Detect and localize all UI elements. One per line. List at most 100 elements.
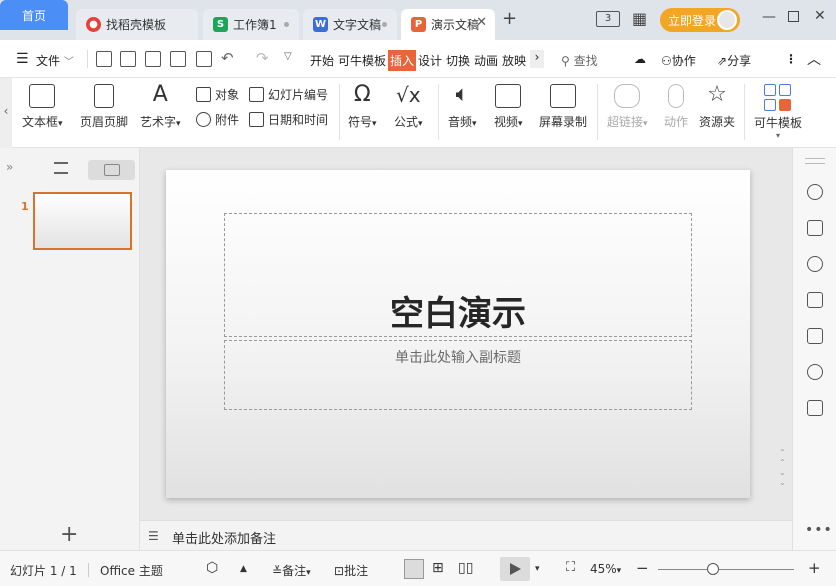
slide-sorter-icon[interactable]: ⊞ bbox=[432, 560, 444, 576]
book-search-icon[interactable] bbox=[807, 400, 823, 416]
undo-icon[interactable]: ↶ bbox=[221, 49, 234, 67]
textbox-button[interactable]: 文本框▾ bbox=[22, 84, 63, 130]
collab-button[interactable]: ⚇协作 bbox=[661, 52, 696, 69]
menu-tab-design[interactable]: 设计 bbox=[418, 52, 442, 69]
menu-more-icon[interactable]: › bbox=[530, 50, 544, 68]
outline-view-icon[interactable] bbox=[54, 162, 68, 174]
save-cloud-icon[interactable] bbox=[96, 51, 112, 67]
save-icon[interactable] bbox=[120, 51, 136, 67]
expand-panel-icon[interactable]: » bbox=[6, 160, 13, 174]
share-button[interactable]: ⇗分享 bbox=[717, 52, 751, 69]
zoom-select[interactable]: 45%▾ bbox=[590, 562, 621, 576]
search-button[interactable]: ⚲ 查找 bbox=[561, 52, 598, 69]
print-preview-icon[interactable] bbox=[196, 51, 212, 67]
object-button[interactable]: 对象 bbox=[196, 86, 239, 103]
reading-view-icon[interactable]: ▯▯ bbox=[458, 560, 473, 576]
menu-tab-kn-template[interactable]: 可牛模板 bbox=[338, 52, 386, 69]
image-edit-icon[interactable] bbox=[807, 328, 823, 344]
title-placeholder[interactable]: 空白演示 bbox=[224, 213, 692, 337]
date-time-button[interactable]: 日期和时间 bbox=[249, 111, 328, 128]
symbol-button[interactable]: Ω 符号▾ bbox=[348, 84, 377, 130]
quick-access-more-icon[interactable]: ▽ bbox=[284, 51, 292, 62]
window-count-icon[interactable]: 3 bbox=[596, 11, 620, 27]
collapse-ribbon-icon[interactable]: ︿ bbox=[807, 49, 821, 69]
tab-label: 演示文稿 bbox=[431, 18, 480, 32]
tab-home[interactable]: 首页 bbox=[0, 0, 68, 30]
cube-icon[interactable]: ⬡ bbox=[206, 560, 218, 576]
slide-index: 1 bbox=[21, 200, 29, 213]
menu-tab-transition[interactable]: 切换 bbox=[446, 52, 470, 69]
zoom-slider-knob[interactable] bbox=[707, 563, 720, 575]
scrollbar[interactable]: ⌃ ⌃ ⌄ ⌄ bbox=[779, 448, 786, 508]
comments-button[interactable]: ⊡批注 bbox=[334, 562, 368, 579]
magic-star-icon[interactable] bbox=[807, 256, 823, 272]
fit-window-icon[interactable]: ⛶ bbox=[566, 560, 575, 575]
attachment-button[interactable]: 附件 bbox=[196, 111, 239, 128]
menu-tab-home[interactable]: 开始 bbox=[310, 52, 334, 69]
export-pdf-icon[interactable] bbox=[145, 51, 161, 67]
redo-icon[interactable]: ↷ bbox=[256, 49, 269, 67]
ribbon-scroll-left-icon[interactable]: ‹ bbox=[0, 78, 12, 148]
mouse-icon bbox=[668, 84, 684, 108]
kn-template-button[interactable]: 可牛模板 ▾ bbox=[754, 84, 802, 140]
tab-writer[interactable]: W 文字文稿 bbox=[303, 9, 397, 40]
share-label: 分享 bbox=[727, 54, 752, 68]
wordart-button[interactable]: A 艺术字▾ bbox=[140, 84, 181, 130]
adjust-icon[interactable] bbox=[807, 220, 823, 236]
new-tab-button[interactable]: + bbox=[502, 8, 517, 29]
tab-bar: 首页 ● 找稻壳模板 S 工作簿1 W 文字文稿 P 演示文稿 ✕ + 3 ▦ … bbox=[0, 0, 836, 40]
lightning-icon[interactable] bbox=[807, 364, 823, 380]
subtitle-placeholder[interactable]: 单击此处输入副标题 bbox=[224, 340, 692, 410]
slide-switch-icon[interactable] bbox=[807, 292, 823, 308]
hyperlink-label: 超链接 bbox=[607, 115, 644, 129]
slide-number-button[interactable]: 幻灯片编号 bbox=[249, 86, 328, 103]
add-slide-button[interactable]: + bbox=[60, 522, 78, 547]
theme-name[interactable]: Office 主题 bbox=[100, 562, 163, 579]
cloud-sync-icon[interactable]: ☁ bbox=[634, 52, 646, 66]
video-button[interactable]: 视频▾ bbox=[494, 84, 523, 130]
resources-label: 资源夹 bbox=[699, 115, 736, 129]
close-tab-icon[interactable]: ✕ bbox=[476, 15, 487, 30]
resources-button[interactable]: ☆ 资源夹 bbox=[699, 84, 735, 130]
audio-label: 音频 bbox=[448, 115, 473, 129]
zoom-slider[interactable] bbox=[658, 563, 794, 575]
zoom-in-button[interactable]: + bbox=[808, 559, 821, 577]
apps-grid-icon[interactable]: ▦ bbox=[632, 9, 647, 28]
screen-record-button[interactable]: 屏幕录制 bbox=[539, 84, 587, 130]
print-icon[interactable] bbox=[170, 51, 186, 67]
more-options-icon[interactable]: ⋮ bbox=[785, 52, 797, 66]
play-slideshow-button[interactable] bbox=[500, 557, 530, 581]
play-options-icon[interactable]: ▾ bbox=[535, 564, 540, 574]
more-panel-icon[interactable]: ••• bbox=[805, 522, 833, 538]
close-window-icon[interactable]: ✕ bbox=[814, 8, 826, 24]
menu-tab-slideshow[interactable]: 放映 bbox=[502, 52, 526, 69]
slide-thumbnail[interactable] bbox=[33, 192, 132, 250]
zoom-out-button[interactable]: − bbox=[636, 559, 649, 577]
chevron-up-icon[interactable]: ▲ bbox=[240, 564, 247, 574]
notes-pane[interactable]: ☰ 单击此处添加备注 bbox=[140, 520, 792, 550]
maximize-icon[interactable] bbox=[788, 11, 799, 22]
tab-docer[interactable]: ● 找稻壳模板 bbox=[76, 9, 198, 40]
header-footer-button[interactable]: 页眉页脚 bbox=[80, 84, 128, 130]
hyperlink-button[interactable]: 超链接▾ bbox=[607, 84, 648, 130]
menu-tab-insert[interactable]: 插入 bbox=[388, 50, 417, 71]
spreadsheet-icon: S bbox=[213, 17, 228, 32]
tab-label: 工作簿1 bbox=[233, 18, 277, 32]
menu-tab-animation[interactable]: 动画 bbox=[474, 52, 498, 69]
tab-presentation[interactable]: P 演示文稿 ✕ bbox=[401, 9, 495, 40]
audio-button[interactable]: 🔈︎ 音频▾ bbox=[448, 84, 477, 130]
login-button[interactable]: 立即登录 bbox=[660, 8, 740, 32]
normal-view-icon[interactable] bbox=[404, 559, 424, 579]
hamburger-icon[interactable]: ☰ bbox=[16, 51, 29, 67]
action-button[interactable]: 动作 bbox=[664, 84, 688, 130]
thumbnail-view-button[interactable] bbox=[88, 160, 135, 180]
rocket-icon[interactable] bbox=[807, 184, 823, 200]
formula-button[interactable]: √x 公式▾ bbox=[394, 84, 423, 130]
object-icon bbox=[196, 87, 211, 102]
minimize-icon[interactable]: — bbox=[762, 9, 776, 25]
slide[interactable]: 空白演示 单击此处输入副标题 bbox=[166, 170, 750, 498]
file-menu[interactable]: 文件 ﹀ bbox=[36, 52, 74, 69]
notes-toggle-button[interactable]: ≚备注▾ bbox=[272, 562, 311, 579]
login-label: 立即登录 bbox=[668, 13, 717, 28]
tab-workbook[interactable]: S 工作簿1 bbox=[203, 9, 299, 40]
